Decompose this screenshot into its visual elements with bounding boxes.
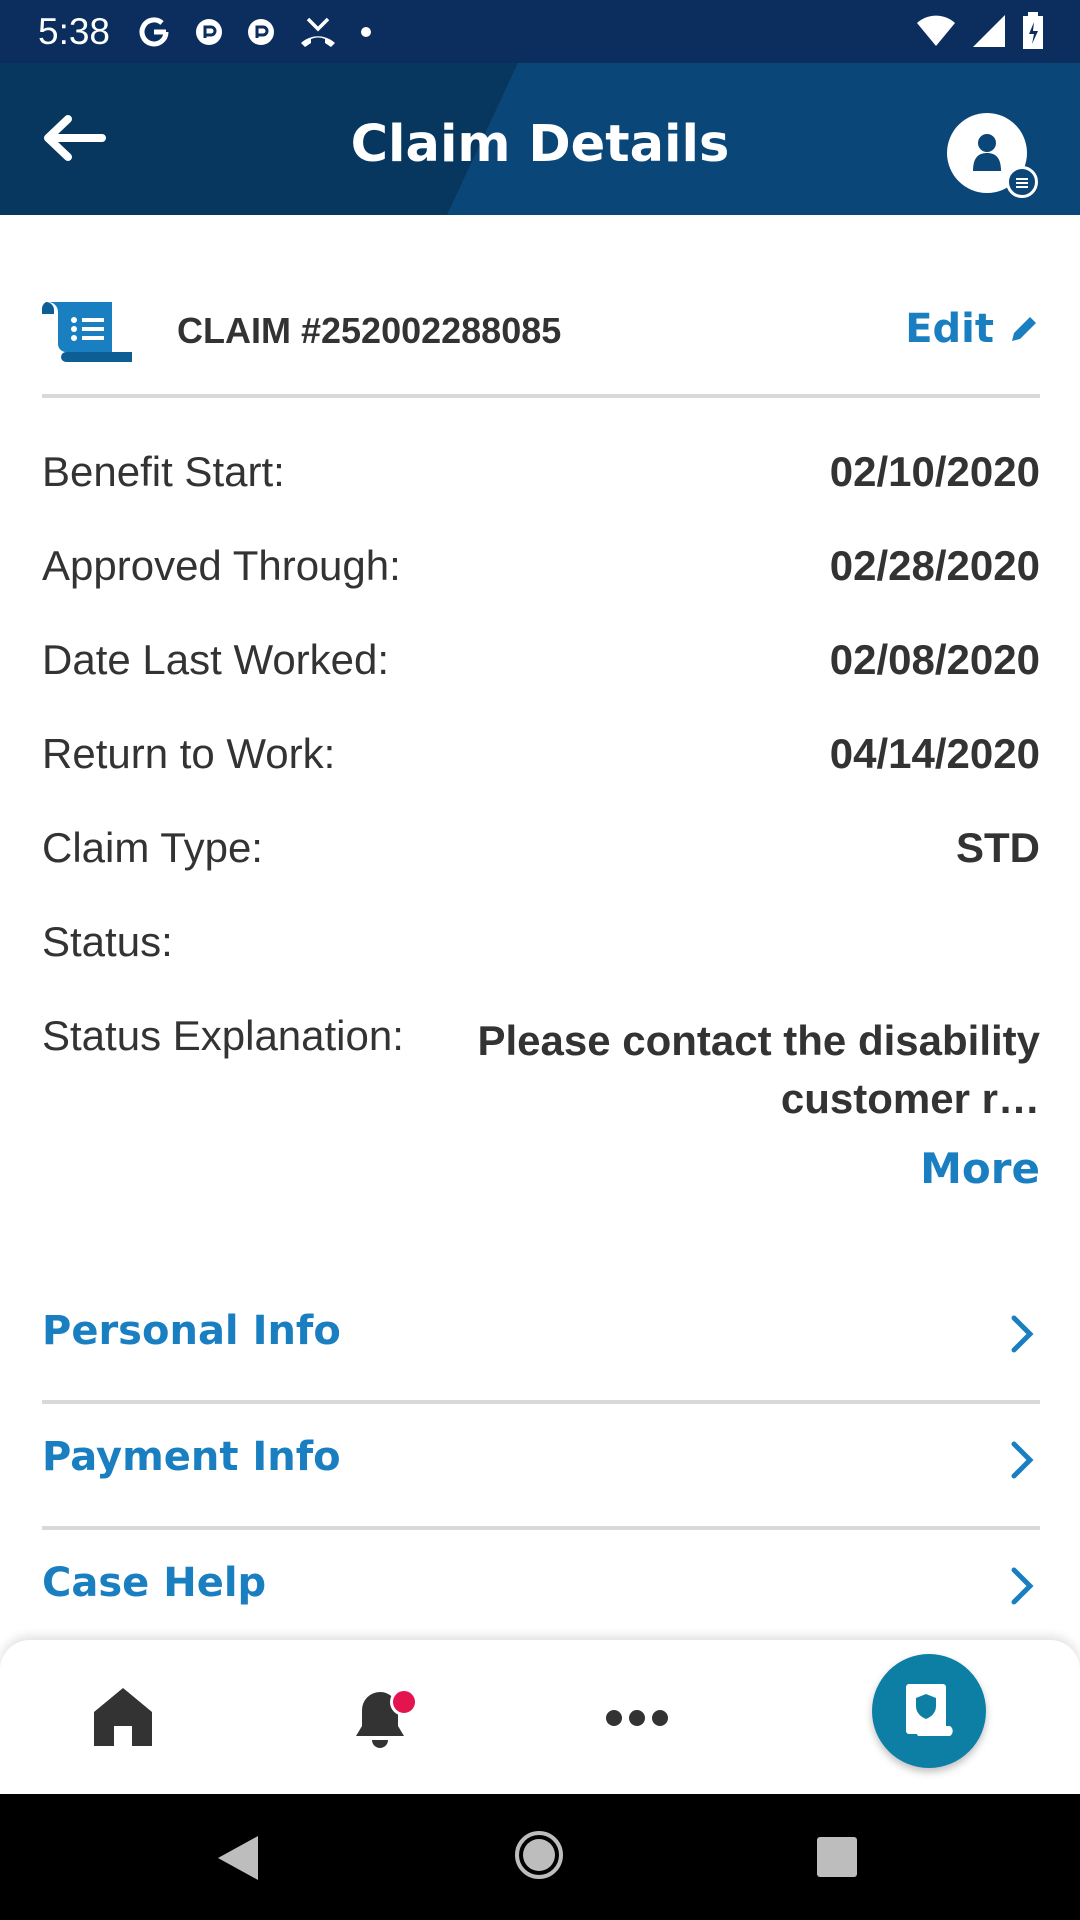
notification-badge xyxy=(390,1688,418,1716)
status-time: 5:38 xyxy=(38,10,111,52)
status-icons-right xyxy=(916,12,1044,50)
detail-row-benefit-start: Benefit Start: 02/10/2020 xyxy=(42,440,1040,534)
status-explanation-text: Please contact the disability customer r… xyxy=(477,1017,1040,1122)
menu-lines-icon xyxy=(1016,178,1028,188)
detail-label: Benefit Start: xyxy=(42,448,285,495)
page-title: Claim Details xyxy=(350,115,730,174)
app-bar: Claim Details xyxy=(0,63,1080,215)
claim-document-icon xyxy=(906,1684,953,1736)
nav-links: Personal Info Payment Info Case Help xyxy=(42,1278,1040,1656)
detail-label: Approved Through: xyxy=(42,542,401,589)
personal-info-link[interactable]: Personal Info xyxy=(42,1278,1040,1404)
profile-menu-badge xyxy=(1006,166,1038,198)
chevron-right-icon xyxy=(1011,1315,1034,1353)
edit-label: Edit xyxy=(905,306,994,352)
detail-value: 04/14/2020 xyxy=(829,730,1040,777)
case-help-link[interactable]: Case Help xyxy=(42,1530,1040,1656)
status-explanation-label: Status Explanation: xyxy=(42,1012,404,1059)
notification-icon xyxy=(248,18,275,45)
detail-label: Date Last Worked: xyxy=(42,636,390,683)
claim-details-list: Benefit Start: 02/10/2020 Approved Throu… xyxy=(42,440,1040,1004)
system-home-icon[interactable] xyxy=(514,1830,564,1880)
detail-label: Claim Type: xyxy=(42,824,263,871)
chevron-right-icon xyxy=(1011,1567,1034,1605)
payment-info-link[interactable]: Payment Info xyxy=(42,1404,1040,1530)
detail-value: 02/08/2020 xyxy=(829,636,1040,683)
more-link[interactable]: More xyxy=(920,1144,1040,1193)
nav-link-label: Payment Info xyxy=(42,1434,341,1480)
google-icon xyxy=(139,16,169,46)
detail-row-approved-through: Approved Through: 02/28/2020 xyxy=(42,534,1040,628)
system-navigation-bar xyxy=(0,1794,1080,1920)
signal-icon xyxy=(973,15,1005,47)
claim-fab-button[interactable] xyxy=(872,1654,986,1768)
system-recents-icon[interactable] xyxy=(816,1836,858,1878)
detail-label: Return to Work: xyxy=(42,730,336,777)
status-icons-left xyxy=(136,14,372,50)
bottom-nav xyxy=(0,1640,1080,1794)
claim-header: CLAIM #252002288085 Edit xyxy=(42,294,1040,398)
notification-icon xyxy=(196,18,223,45)
system-back-icon[interactable] xyxy=(216,1834,260,1882)
home-icon[interactable] xyxy=(90,1684,156,1750)
detail-row-claim-type: Claim Type: STD xyxy=(42,816,1040,910)
dot-icon xyxy=(361,26,372,37)
more-dots-icon[interactable] xyxy=(604,1700,670,1736)
battery-icon xyxy=(1023,12,1043,49)
scroll-list-icon xyxy=(42,302,132,362)
detail-value: 02/28/2020 xyxy=(829,542,1040,589)
detail-value: 02/10/2020 xyxy=(829,448,1040,495)
status-bar: 5:38 xyxy=(0,0,1080,63)
detail-row-date-last-worked: Date Last Worked: 02/08/2020 xyxy=(42,628,1040,722)
nav-link-label: Case Help xyxy=(42,1560,267,1606)
pencil-icon xyxy=(1012,317,1036,341)
wifi-icon xyxy=(917,15,955,46)
claim-number: CLAIM #252002288085 xyxy=(177,310,562,351)
chevron-right-icon xyxy=(1011,1441,1034,1479)
detail-row-status: Status: xyxy=(42,910,1040,1004)
nav-link-label: Personal Info xyxy=(42,1308,341,1354)
detail-row-return-to-work: Return to Work: 04/14/2020 xyxy=(42,722,1040,816)
missed-call-icon xyxy=(301,17,336,47)
edit-button[interactable]: Edit xyxy=(905,306,1040,352)
detail-value: STD xyxy=(956,824,1040,871)
detail-label: Status: xyxy=(42,918,173,965)
